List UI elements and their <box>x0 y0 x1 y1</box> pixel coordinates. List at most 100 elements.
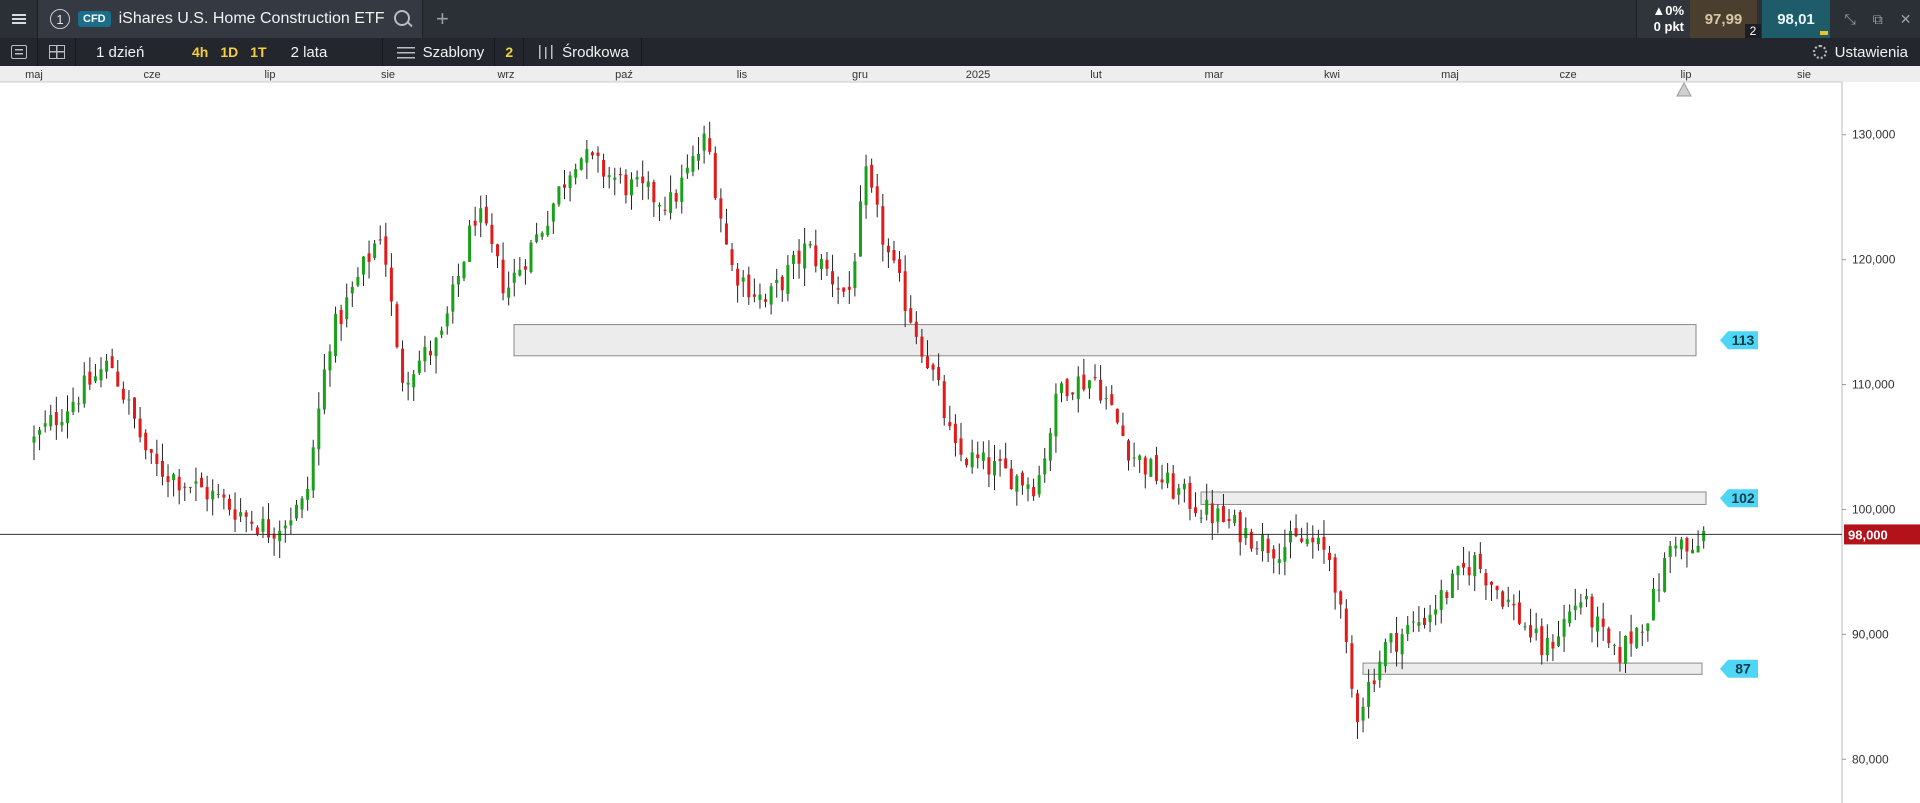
timeframe-select[interactable]: 1 dzień <box>76 44 186 61</box>
add-tab-button[interactable]: + <box>423 0 461 38</box>
candle-body <box>328 351 332 371</box>
candle-body <box>1221 505 1225 523</box>
candle-body <box>512 272 516 283</box>
candle-body <box>216 493 220 495</box>
candle-body <box>401 348 405 383</box>
candle-body <box>1294 528 1298 537</box>
candle-body <box>378 239 382 241</box>
candle-body <box>384 236 388 265</box>
chart-type-button[interactable]: Środkowa <box>524 38 642 66</box>
candle-body <box>322 369 326 410</box>
candle-body <box>1462 562 1466 568</box>
candle-body <box>1110 394 1114 405</box>
candle-body <box>1562 619 1566 637</box>
candle-body <box>898 259 902 274</box>
candle-body <box>551 203 555 222</box>
candle-body <box>255 527 259 535</box>
timeframe-4h[interactable]: 4h <box>186 44 214 60</box>
zone-113[interactable] <box>513 324 1697 357</box>
candle-body <box>596 152 600 156</box>
candle-body <box>864 166 868 206</box>
candle-body <box>1489 581 1493 585</box>
close-icon[interactable]: ✕ <box>1900 11 1912 28</box>
templates-button[interactable]: Szablony <box>383 38 495 66</box>
candle-body <box>1417 622 1421 626</box>
layout-button[interactable] <box>38 38 76 66</box>
candle-body <box>1138 455 1142 461</box>
candle-body <box>646 181 650 187</box>
candle-body <box>367 253 371 262</box>
candle-body <box>1406 625 1410 634</box>
candle-body <box>1702 530 1706 542</box>
candle-body <box>440 330 444 335</box>
x-tick-label: wrz <box>496 69 514 81</box>
candle-body <box>624 174 628 196</box>
chart-type-label: Środkowa <box>562 43 629 61</box>
candle-body <box>1635 627 1639 648</box>
candle-body <box>1071 392 1075 395</box>
candle-body <box>1367 681 1371 707</box>
candle-body <box>49 414 53 427</box>
timeframe-1d[interactable]: 1D <box>214 44 244 60</box>
candle-body <box>66 411 70 424</box>
candle-body <box>780 276 784 291</box>
menu-icon[interactable] <box>0 0 38 38</box>
candle-body <box>166 476 170 483</box>
range-select[interactable]: 2 lata <box>273 38 383 66</box>
candle-body <box>1037 475 1041 495</box>
candle-body <box>194 481 198 484</box>
candle-body <box>172 474 176 481</box>
candle-body <box>1350 643 1354 689</box>
candle-body <box>518 269 522 276</box>
y-tick-labels: 80,000 90,000 100,000 110,000 120,000 130,000 <box>1842 128 1896 766</box>
candle-body <box>1048 433 1052 461</box>
candle-body <box>769 286 773 305</box>
candle-body <box>719 198 723 219</box>
candle-body <box>1026 484 1030 489</box>
candle-body <box>523 266 527 270</box>
candle-body <box>1434 609 1438 615</box>
candle-body <box>38 429 42 435</box>
candle-body <box>306 488 310 500</box>
candle-body <box>1450 573 1454 598</box>
candle-body <box>1020 472 1024 486</box>
candle-body <box>1663 557 1667 592</box>
timeframe-1t[interactable]: 1T <box>244 44 272 60</box>
zone-102[interactable] <box>1200 491 1707 505</box>
x-tick-label: lut <box>1090 69 1102 81</box>
collapse-icon[interactable]: ⤡ <box>1845 11 1856 28</box>
scroll-marker-icon[interactable] <box>1676 81 1692 97</box>
candle-body <box>702 133 706 151</box>
candle-body <box>155 453 159 464</box>
candle-body <box>1060 383 1064 394</box>
candle-body <box>183 486 187 488</box>
candle-body <box>1032 487 1036 497</box>
candle-body <box>1372 680 1376 685</box>
settings-button[interactable]: Ustawienia <box>1812 38 1908 66</box>
candle-body <box>535 234 539 242</box>
list-view-button[interactable] <box>0 38 38 66</box>
candle-body <box>1328 552 1332 560</box>
y-tick-label: 120,000 <box>1852 253 1896 267</box>
x-tick-label: sie <box>381 69 395 81</box>
candle-body <box>1043 458 1047 475</box>
support-resistance-zones[interactable]: 113 102 87 <box>513 324 1758 678</box>
candle-body <box>1216 508 1220 522</box>
candle-body <box>691 156 695 172</box>
zone-87[interactable] <box>1362 662 1703 675</box>
zone-label: 102 <box>1731 490 1755 506</box>
candle-body <box>1339 591 1343 605</box>
candle-body <box>976 454 980 459</box>
candle-body <box>959 438 963 455</box>
candle-body <box>1473 555 1477 577</box>
candle-body <box>311 447 315 491</box>
price-chart[interactable]: maj cze lip sie wrz paź lis gru 2025 lut mar kwi maj… <box>0 66 1920 803</box>
templates-count[interactable]: 2 <box>494 38 525 66</box>
candle-body <box>1529 625 1533 638</box>
candle-body <box>82 375 86 404</box>
search-icon[interactable] <box>392 8 414 30</box>
instrument-tab[interactable]: 1 CFD iShares U.S. Home Construction ETF <box>38 0 424 38</box>
popout-icon[interactable]: ⧉ <box>1873 11 1883 28</box>
candle-body <box>1534 628 1538 634</box>
candle-body <box>741 277 745 282</box>
